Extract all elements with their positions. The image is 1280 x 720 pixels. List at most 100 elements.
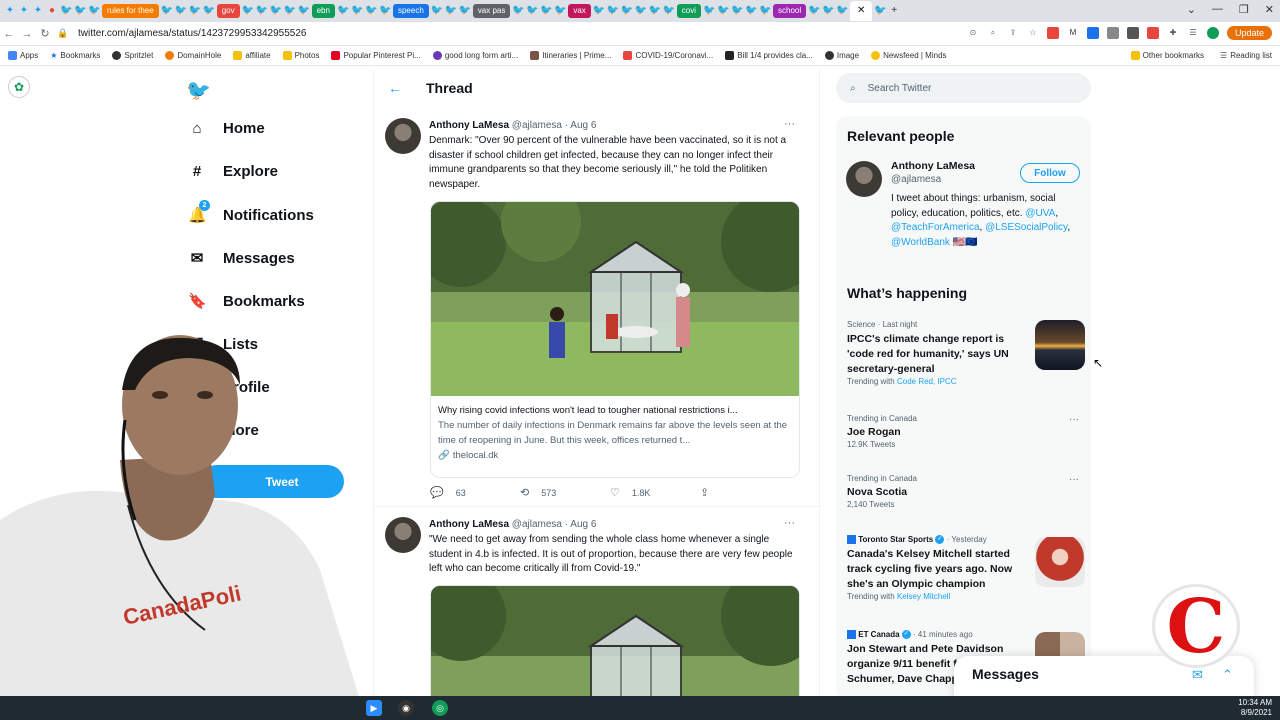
bookmark-item[interactable]: Popular Pinterest Pi...: [331, 51, 421, 60]
zoom-app-icon[interactable]: ▶: [366, 700, 382, 716]
reload-icon[interactable]: ↻: [36, 27, 54, 40]
more-options-icon[interactable]: ···: [1069, 474, 1079, 485]
maximize-icon[interactable]: ❐: [1239, 3, 1249, 16]
nav-bookmarks[interactable]: 🔖 Bookmarks: [188, 292, 305, 311]
tab-favicon-icon[interactable]: 🐦: [270, 5, 282, 17]
bookmark-item[interactable]: Newsfeed | Minds: [871, 51, 947, 60]
system-clock[interactable]: 10:34 AM 8/9/2021: [1238, 698, 1272, 718]
reading-list[interactable]: ☰ Reading list: [1220, 51, 1272, 60]
tab-group-label[interactable]: speech: [392, 4, 429, 18]
tab-favicon-icon[interactable]: 🐦: [703, 5, 715, 17]
tab-favicon-icon[interactable]: ●: [46, 5, 58, 17]
tab-favicon-icon[interactable]: 🐦: [337, 5, 349, 17]
bookmark-item[interactable]: ★ Bookmarks: [50, 51, 100, 60]
tab-favicon-icon[interactable]: 🐦: [256, 5, 268, 17]
more-options-icon[interactable]: ···: [784, 517, 795, 529]
tweet[interactable]: Anthony LaMesa @ajlamesa · Aug 6 ··· Den…: [374, 118, 821, 558]
tab-favicon-icon[interactable]: 🐦: [445, 5, 457, 17]
trend-item[interactable]: Toronto Star Sports ✓ · Yesterday Canada…: [847, 535, 1085, 615]
zoom-icon[interactable]: ⌕: [987, 27, 999, 39]
tab-favicon-icon[interactable]: 🐦: [822, 5, 834, 17]
tab-favicon-icon[interactable]: 🐦: [175, 5, 187, 17]
cast-icon[interactable]: ⊙: [967, 27, 979, 39]
extension-icon[interactable]: [1086, 27, 1099, 39]
tab-favicon-icon[interactable]: 🐦: [351, 5, 363, 17]
tab-favicon-icon[interactable]: 🐦: [540, 5, 552, 17]
tab-favicon-icon[interactable]: ✦: [32, 5, 44, 17]
bookmark-item[interactable]: good long form arti...: [432, 51, 518, 60]
tab-favicon-icon[interactable]: 🐦: [60, 5, 72, 17]
extension-icon[interactable]: [1046, 27, 1059, 39]
tweet[interactable]: Anthony LaMesa @ajlamesa · Aug 6 ··· "We…: [374, 517, 821, 707]
tab-favicon-icon[interactable]: 🐦: [635, 5, 647, 17]
tab-favicon-icon[interactable]: 🐦: [745, 5, 757, 17]
nav-messages[interactable]: ✉ Messages: [188, 249, 295, 268]
bio-link[interactable]: @WorldBank: [891, 237, 950, 248]
tab-favicon-icon[interactable]: 🐦: [593, 5, 605, 17]
tab-favicon-icon[interactable]: 🐦: [554, 5, 566, 17]
tweet-image[interactable]: [430, 585, 800, 705]
avatar[interactable]: [385, 118, 421, 154]
tab-favicon-icon[interactable]: 🐦: [526, 5, 538, 17]
nav-notifications[interactable]: 🔔 2 Notifications: [188, 200, 314, 224]
extension-icon[interactable]: [1126, 27, 1139, 39]
tab-favicon-icon[interactable]: 🐦: [459, 5, 471, 17]
tab-group-label[interactable]: rules for thee: [102, 4, 159, 18]
author-handle[interactable]: @ajlamesa: [512, 120, 562, 131]
tab-favicon-icon[interactable]: 🐦: [203, 5, 215, 17]
star-icon[interactable]: ☆: [1027, 27, 1039, 39]
avatar[interactable]: [385, 517, 421, 553]
tab-favicon-icon[interactable]: 🐦: [379, 5, 391, 17]
nav-explore[interactable]: # Explore: [188, 163, 278, 180]
tab-favicon-icon[interactable]: 🐦: [512, 5, 524, 17]
trend-item[interactable]: Trending in Canada Joe Rogan 12.9K Tweet…: [847, 414, 1085, 460]
tweet-date[interactable]: · Aug 6: [565, 120, 597, 131]
tab-favicon-icon[interactable]: 🐦: [717, 5, 729, 17]
retweet-button[interactable]: ⟲ 573: [520, 486, 610, 499]
author-name[interactable]: Anthony LaMesa: [429, 120, 509, 131]
tab-favicon-icon[interactable]: 🐦: [874, 5, 886, 17]
extension-icon[interactable]: [1106, 27, 1119, 39]
follow-button[interactable]: Follow: [1020, 163, 1080, 183]
author-handle[interactable]: @ajlamesa: [512, 519, 562, 530]
tab-group-label[interactable]: vax: [568, 4, 591, 18]
tab-favicon-icon[interactable]: 🐦: [431, 5, 443, 17]
share-button[interactable]: ⇪: [700, 486, 790, 499]
tab-favicon-icon[interactable]: 🐦: [836, 5, 848, 17]
twitter-bird-icon[interactable]: 🐦: [186, 78, 211, 103]
tab-favicon-icon[interactable]: 🐦: [298, 5, 310, 17]
trend-item[interactable]: Trending in Canada Nova Scotia 2,140 Twe…: [847, 474, 1085, 520]
reply-button[interactable]: 💬 63: [430, 486, 520, 499]
tab-favicon-icon[interactable]: 🐦: [663, 5, 675, 17]
url-field[interactable]: twitter.com/ajlamesa/status/142372995334…: [78, 28, 307, 39]
active-tab-close-icon[interactable]: ✕: [850, 1, 873, 21]
forward-icon[interactable]: →: [18, 28, 36, 40]
bookmark-item[interactable]: Image: [824, 51, 859, 60]
tab-favicon-icon[interactable]: 🐦: [621, 5, 633, 17]
search-input[interactable]: ⌕ Search Twitter: [836, 73, 1091, 103]
tab-favicon-icon[interactable]: 🐦: [284, 5, 296, 17]
chrome-app-icon[interactable]: ◎: [432, 700, 448, 716]
tab-group-label[interactable]: vax pas: [472, 4, 511, 18]
back-icon[interactable]: ←: [0, 28, 18, 40]
bookmark-item[interactable]: affiliate: [233, 51, 271, 60]
share-icon[interactable]: ⇪: [1007, 27, 1019, 39]
new-tab-icon[interactable]: +: [888, 5, 900, 17]
bookmark-item[interactable]: DomainHole: [165, 51, 221, 60]
back-arrow-icon[interactable]: ←: [388, 80, 402, 96]
bio-link[interactable]: @UVA: [1025, 208, 1055, 219]
tab-favicon-icon[interactable]: 🐦: [242, 5, 254, 17]
tab-favicon-icon[interactable]: 🐦: [365, 5, 377, 17]
minimize-icon[interactable]: —: [1212, 3, 1223, 16]
bookmark-item[interactable]: Bill 1/4 provides cla...: [725, 51, 813, 60]
update-button[interactable]: Update: [1226, 26, 1272, 40]
avatar[interactable]: [846, 161, 882, 197]
bookmark-item[interactable]: Itineraries | Prime...: [530, 51, 611, 60]
tab-favicon-icon[interactable]: 🐦: [74, 5, 86, 17]
tab-search-icon[interactable]: ⌄: [1187, 3, 1196, 16]
card-domain[interactable]: 🔗 thelocal.dk: [438, 448, 794, 463]
trending-with-links[interactable]: Kelsey Mitchell: [897, 592, 950, 601]
gmail-icon[interactable]: M: [1067, 27, 1079, 39]
nav-home[interactable]: ⌂ Home: [188, 120, 264, 137]
tab-group-label[interactable]: school: [773, 4, 807, 18]
